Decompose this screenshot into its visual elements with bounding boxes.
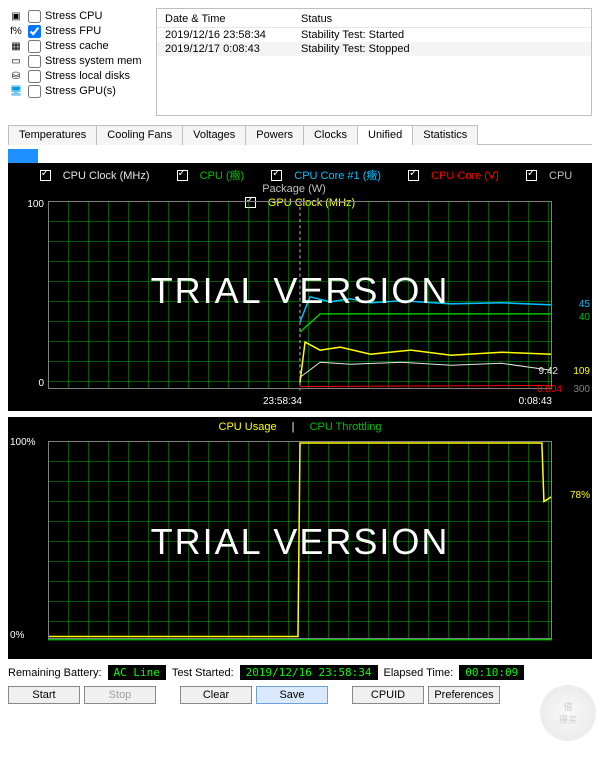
chart2-legend: CPU Usage | CPU Throttling (8, 417, 592, 435)
gpu-icon: 🖥 (8, 84, 24, 98)
stress-gpu-checkbox[interactable] (28, 85, 41, 98)
preferences-button[interactable]: Preferences (428, 686, 500, 704)
started-label: Test Started: (172, 667, 234, 679)
watermark: TRIAL VERSION (8, 521, 592, 563)
mem-icon: ▭ (8, 54, 24, 68)
button-bar: Start Stop Clear Save CPUID Preferences (8, 686, 592, 704)
stop-button: Stop (84, 686, 156, 704)
tab-statistics[interactable]: Statistics (412, 125, 478, 145)
status-bar: Remaining Battery: AC Line Test Started:… (8, 665, 592, 680)
fpu-icon: f% (8, 24, 24, 38)
disk-icon: ⛁ (8, 69, 24, 83)
clear-button[interactable]: Clear (180, 686, 252, 704)
stress-disks-label: Stress local disks (45, 70, 130, 82)
stress-fpu-checkbox[interactable] (28, 25, 41, 38)
stress-mem-checkbox[interactable] (28, 55, 41, 68)
selection-strip (8, 149, 38, 163)
log-header-datetime: Date & Time (165, 13, 301, 25)
tab-clocks[interactable]: Clocks (303, 125, 358, 145)
started-value: 2019/12/16 23:58:34 (240, 665, 378, 680)
stress-cpu-checkbox[interactable] (28, 10, 41, 23)
battery-value: AC Line (108, 665, 166, 680)
site-watermark-icon: 值得买 (540, 685, 596, 741)
log-row[interactable]: 2019/12/17 0:08:43 Stability Test: Stopp… (157, 42, 591, 56)
stress-options-panel: ▣ Stress CPU f% Stress FPU ▦ Stress cache ▭… (8, 8, 148, 116)
stress-fpu-label: Stress FPU (45, 25, 101, 37)
tab-cooling-fans[interactable]: Cooling Fans (96, 125, 183, 145)
battery-label: Remaining Battery: (8, 667, 102, 679)
stress-cpu-label: Stress CPU (45, 10, 102, 22)
sensor-tabs: Temperatures Cooling Fans Voltages Power… (8, 124, 592, 145)
watermark: TRIAL VERSION (8, 270, 592, 312)
stress-cache-label: Stress cache (45, 40, 109, 52)
stress-gpu-label: Stress GPU(s) (45, 85, 116, 97)
log-header-status: Status (301, 13, 583, 25)
unified-chart[interactable]: CPU Clock (MHz) CPU (癥) CPU Core #1 (癥) … (8, 163, 592, 411)
tab-voltages[interactable]: Voltages (182, 125, 246, 145)
cache-icon: ▦ (8, 39, 24, 53)
log-row[interactable]: 2019/12/16 23:58:34 Stability Test: Star… (157, 28, 591, 42)
cpuid-button[interactable]: CPUID (352, 686, 424, 704)
cpu-icon: ▣ (8, 9, 24, 23)
tab-powers[interactable]: Powers (245, 125, 304, 145)
elapsed-value: 00:10:09 (459, 665, 524, 680)
stress-disks-checkbox[interactable] (28, 70, 41, 83)
usage-throttling-chart[interactable]: CPU Usage | CPU Throttling TRIAL VERSION… (8, 417, 592, 659)
event-log: Date & Time Status 2019/12/16 23:58:34 S… (156, 8, 592, 116)
start-button[interactable]: Start (8, 686, 80, 704)
tab-unified[interactable]: Unified (357, 125, 413, 145)
save-button[interactable]: Save (256, 686, 328, 704)
stress-cache-checkbox[interactable] (28, 40, 41, 53)
stress-mem-label: Stress system mem (45, 55, 142, 67)
elapsed-label: Elapsed Time: (384, 667, 454, 679)
tab-temperatures[interactable]: Temperatures (8, 125, 97, 145)
